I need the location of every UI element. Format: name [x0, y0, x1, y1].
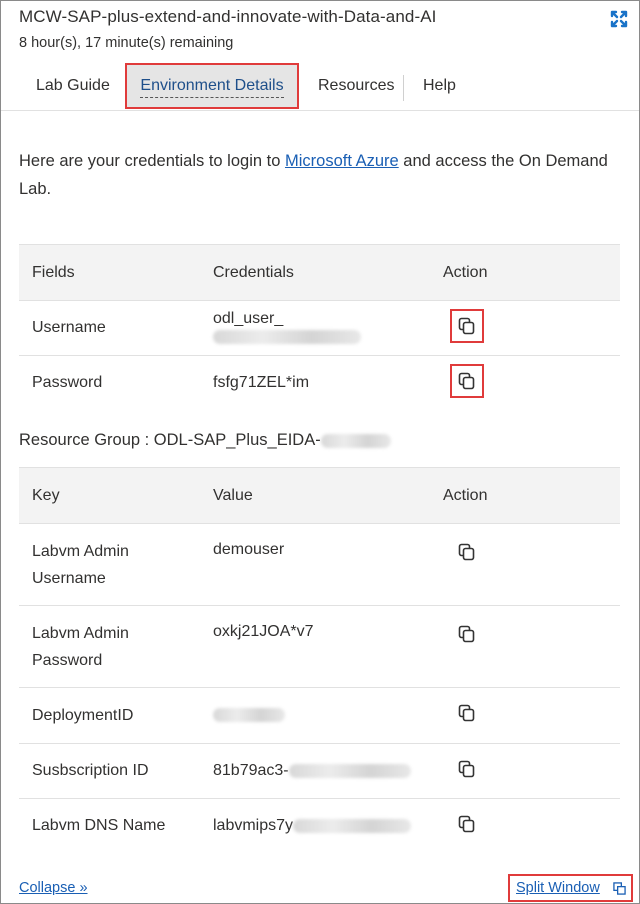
tab-resources[interactable]: Resources: [318, 73, 394, 99]
value-cell: 81b79ac3-: [200, 743, 430, 799]
value-cell: demouser: [200, 523, 430, 606]
copy-icon[interactable]: [457, 814, 477, 834]
redacted-value: [288, 763, 411, 778]
column-header: Value: [200, 467, 430, 524]
value-cell: oxkj21JOA*v7: [200, 605, 430, 688]
resources-table: Key Value Action Labvm Admin Username de…: [19, 467, 620, 854]
intro-text: Here are your credentials to login to: [19, 152, 285, 170]
split-window-icon: [613, 882, 626, 895]
username-value: odl_user_: [213, 310, 284, 327]
key-cell: DeploymentID: [19, 687, 200, 744]
credentials-intro: Here are your credentials to login to Mi…: [19, 147, 609, 203]
column-header: Credentials: [200, 244, 430, 301]
table-row: Labvm Admin Username demouser: [19, 523, 620, 606]
redacted-value: [293, 819, 412, 834]
table-row: Susbscription ID 81b79ac3-: [19, 743, 620, 799]
action-cell: [430, 300, 620, 356]
copy-icon[interactable]: [450, 363, 484, 398]
tab-lab-guide[interactable]: Lab Guide: [36, 73, 110, 99]
key-cell: Labvm Admin Password: [19, 605, 200, 688]
tab-help[interactable]: Help: [423, 73, 456, 99]
key-text: Labvm Admin Password: [32, 624, 129, 669]
table-row: Labvm DNS Name labvmips7y: [19, 798, 620, 854]
table-row: Password fsfg71ZEL*im: [19, 355, 620, 411]
column-header: Action: [430, 467, 620, 524]
key-text: Labvm Admin Username: [32, 542, 129, 587]
redacted-value: [320, 433, 391, 448]
collapse-link[interactable]: Collapse »: [19, 880, 88, 896]
split-window-button[interactable]: Split Window: [508, 874, 633, 902]
subscription-id-value: 81b79ac3-: [213, 762, 289, 779]
split-window-label: Split Window: [516, 880, 600, 896]
action-cell: [430, 687, 620, 744]
admin-username-value: demouser: [213, 541, 285, 558]
copy-icon[interactable]: [457, 703, 477, 723]
redacted-value: [213, 329, 361, 344]
lab-panel: MCW-SAP-plus-extend-and-innovate-with-Da…: [0, 0, 640, 904]
time-remaining: 8 hour(s), 17 minute(s) remaining: [19, 35, 234, 51]
column-header: Action: [430, 244, 620, 301]
lab-title: MCW-SAP-plus-extend-and-innovate-with-Da…: [19, 7, 437, 26]
action-cell: [430, 798, 620, 854]
tab-environment-details[interactable]: Environment Details: [125, 63, 299, 109]
field-name: Password: [19, 355, 200, 411]
table-header-row: Fields Credentials Action: [19, 244, 620, 301]
table-row: Username odl_user_: [19, 300, 620, 356]
column-header: Key: [19, 467, 200, 524]
copy-icon[interactable]: [457, 624, 477, 644]
action-cell: [430, 605, 620, 688]
tab-divider: [403, 75, 404, 101]
redacted-value: [213, 708, 285, 723]
tab-environment-details-label: Environment Details: [140, 77, 284, 98]
admin-password-value: oxkj21JOA*v7: [213, 623, 314, 640]
key-cell: Susbscription ID: [19, 743, 200, 799]
table-row: Labvm Admin Password oxkj21JOA*v7: [19, 605, 620, 688]
microsoft-azure-link[interactable]: Microsoft Azure: [285, 152, 399, 170]
key-cell: Labvm Admin Username: [19, 523, 200, 606]
action-cell: [430, 743, 620, 799]
key-cell: Labvm DNS Name: [19, 798, 200, 854]
dns-name-value: labvmips7y: [213, 817, 294, 835]
expand-icon[interactable]: [609, 9, 629, 29]
column-header: Fields: [19, 244, 200, 301]
value-cell: [200, 687, 430, 744]
copy-icon[interactable]: [457, 759, 477, 779]
value-cell: labvmips7y: [200, 798, 430, 854]
action-cell: [430, 523, 620, 606]
action-cell: [430, 355, 620, 411]
table-row: DeploymentID: [19, 687, 620, 744]
resource-group-label: Resource Group : ODL-SAP_Plus_EIDA-: [19, 431, 391, 450]
copy-icon[interactable]: [457, 542, 477, 562]
field-name: Username: [19, 300, 200, 356]
password-value: fsfg71ZEL*im: [200, 355, 430, 411]
resource-group-text: Resource Group : ODL-SAP_Plus_EIDA-: [19, 431, 321, 449]
field-value: odl_user_: [200, 300, 430, 356]
tab-bar: Lab Guide Environment Details Resources …: [1, 61, 639, 111]
credentials-table: Fields Credentials Action Username odl_u…: [19, 244, 620, 411]
table-header-row: Key Value Action: [19, 467, 620, 524]
copy-icon[interactable]: [450, 308, 484, 343]
